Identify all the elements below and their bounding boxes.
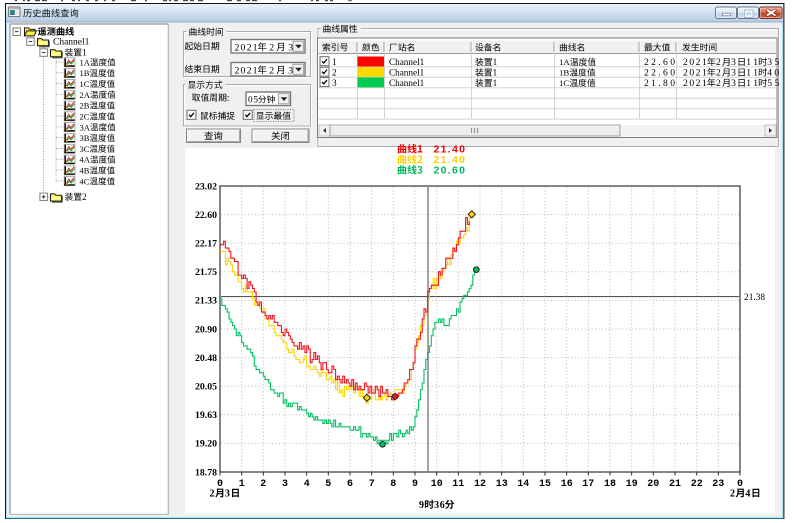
svg-text:2A: 2A: [80, 90, 91, 100]
svg-text:2: 2: [716, 68, 721, 79]
svg-text:2: 2: [730, 489, 735, 500]
svg-text:23.02: 23.02: [195, 181, 217, 192]
svg-text:14: 14: [517, 479, 529, 490]
svg-text:17: 17: [582, 479, 594, 490]
svg-text:18.78: 18.78: [195, 467, 217, 478]
svg-text:1B: 1B: [80, 68, 90, 78]
svg-text:21.75: 21.75: [195, 267, 217, 278]
svg-text:12: 12: [474, 479, 486, 490]
svg-text:2: 2: [210, 489, 215, 500]
svg-text:3: 3: [225, 489, 230, 500]
svg-text:9: 9: [419, 500, 424, 511]
svg-text:22.60: 22.60: [195, 210, 217, 221]
svg-text:10: 10: [431, 479, 443, 490]
svg-text:1A: 1A: [559, 57, 570, 67]
svg-text:13: 13: [496, 479, 508, 490]
svg-text:3: 3: [288, 65, 293, 76]
svg-text:20.05: 20.05: [195, 382, 217, 393]
svg-text:1: 1: [332, 58, 337, 68]
svg-text:0: 0: [217, 479, 223, 490]
svg-text:05: 05: [248, 95, 258, 105]
svg-text:4B: 4B: [80, 166, 90, 176]
svg-text:9: 9: [412, 479, 418, 490]
svg-text:1: 1: [493, 78, 498, 88]
svg-text:15: 15: [539, 479, 551, 490]
svg-text:3: 3: [731, 68, 736, 79]
svg-text:21.38: 21.38: [744, 293, 765, 303]
svg-text:22.60: 22.60: [644, 68, 675, 79]
svg-text:2021: 2021: [235, 42, 258, 53]
svg-text:20.60: 20.60: [434, 165, 466, 177]
svg-text:2021: 2021: [683, 57, 707, 68]
svg-text:21.80: 21.80: [644, 78, 675, 89]
svg-text:1C: 1C: [80, 79, 90, 89]
svg-text:8: 8: [390, 479, 396, 490]
svg-text:4C: 4C: [80, 176, 90, 186]
svg-text:22.60: 22.60: [644, 57, 675, 68]
svg-text:3: 3: [288, 42, 293, 53]
svg-text:23: 23: [712, 479, 724, 490]
svg-text:2C: 2C: [80, 112, 90, 122]
svg-text:2: 2: [332, 69, 337, 79]
svg-text:2021: 2021: [235, 65, 258, 76]
svg-text:2: 2: [82, 192, 87, 202]
svg-text:4: 4: [745, 489, 750, 500]
svg-text:2: 2: [260, 479, 266, 490]
svg-text:20.90: 20.90: [195, 324, 217, 335]
svg-text:1B: 1B: [559, 68, 569, 78]
svg-text:1: 1: [493, 57, 498, 67]
svg-text:3C: 3C: [80, 144, 90, 154]
svg-text:2: 2: [269, 65, 274, 76]
svg-text:1: 1: [239, 479, 245, 490]
svg-text:19.20: 19.20: [195, 439, 217, 450]
svg-text:16: 16: [561, 479, 573, 490]
svg-text:36: 36: [434, 500, 445, 511]
svg-text:18: 18: [604, 479, 616, 490]
svg-text:6: 6: [347, 479, 353, 490]
svg-text:3B: 3B: [80, 133, 90, 143]
svg-text:2B: 2B: [80, 101, 90, 111]
svg-text:5: 5: [325, 479, 331, 490]
svg-text:19.63: 19.63: [195, 410, 217, 421]
svg-text:20.48: 20.48: [195, 353, 217, 364]
svg-text:4: 4: [304, 479, 310, 490]
svg-text:2: 2: [716, 57, 721, 68]
svg-text:3A: 3A: [80, 122, 91, 132]
svg-text:4A: 4A: [80, 155, 91, 165]
svg-text:22: 22: [691, 479, 703, 490]
svg-text:3: 3: [332, 79, 337, 89]
svg-text:21.33: 21.33: [195, 296, 217, 307]
svg-text:22.17: 22.17: [195, 239, 217, 250]
svg-text:7: 7: [369, 479, 375, 490]
svg-text:19: 19: [626, 479, 638, 490]
svg-text:0: 0: [737, 479, 743, 490]
svg-text:1: 1: [82, 48, 87, 58]
svg-text:2021: 2021: [683, 68, 707, 79]
svg-text:Channel1: Channel1: [53, 38, 90, 48]
svg-text:21: 21: [669, 479, 681, 490]
svg-text:11: 11: [452, 479, 464, 490]
svg-text:Channel1: Channel1: [389, 57, 425, 67]
svg-text:Channel1: Channel1: [389, 68, 425, 78]
svg-text:2: 2: [716, 78, 721, 89]
svg-text:3: 3: [282, 479, 288, 490]
svg-text:1C: 1C: [559, 78, 569, 88]
svg-text:2021: 2021: [683, 78, 707, 89]
svg-text:1: 1: [493, 68, 498, 78]
svg-text:Channel1: Channel1: [389, 78, 425, 88]
svg-text:20: 20: [647, 479, 659, 490]
svg-text:3: 3: [731, 57, 736, 68]
svg-text:1A: 1A: [80, 57, 91, 67]
svg-text:3: 3: [731, 78, 736, 89]
svg-text:2: 2: [269, 42, 274, 53]
